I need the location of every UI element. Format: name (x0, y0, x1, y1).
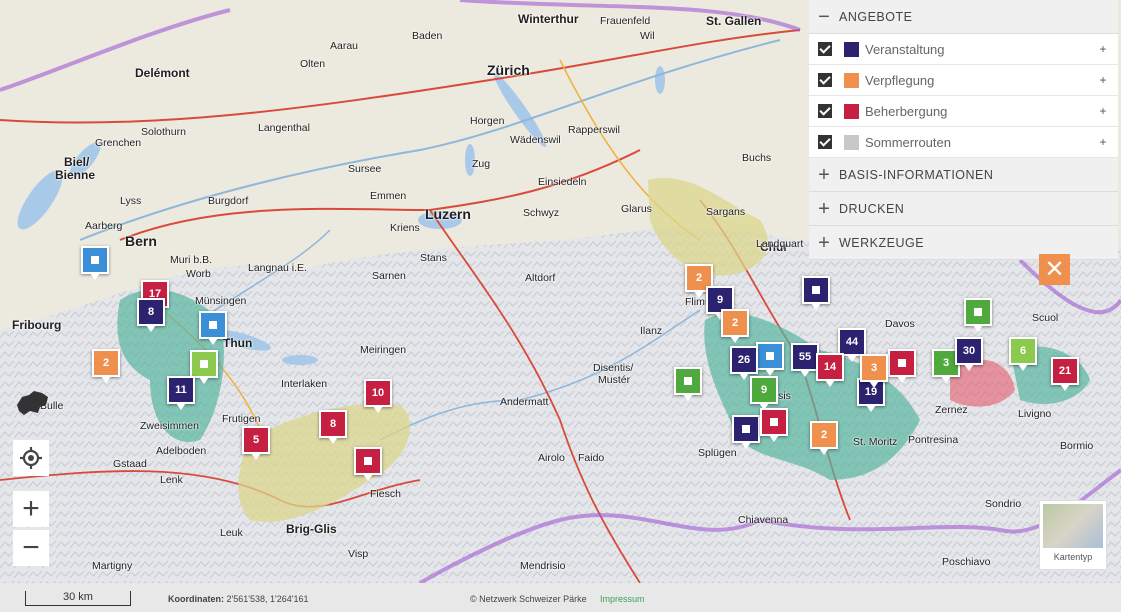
collapse-icon: − (818, 5, 830, 28)
expand-layer-button[interactable]: + (1088, 42, 1118, 56)
map-type-thumbnail (1043, 504, 1103, 548)
expand-layer-button[interactable]: + (1088, 73, 1118, 87)
zoom-out-button[interactable]: − (13, 530, 49, 566)
map-marker-cluster[interactable]: 6 (1009, 337, 1037, 371)
map-marker[interactable] (760, 408, 788, 442)
expand-layer-button[interactable]: + (1088, 135, 1118, 149)
layer-color-swatch (844, 41, 859, 57)
marker-dot-icon (364, 457, 372, 465)
layer-label: Verpflegung (865, 72, 935, 88)
section-drucken[interactable]: + DRUCKEN (809, 192, 1118, 226)
layer-panel: − ANGEBOTE Veranstaltung + Verpflegung +… (809, 0, 1118, 260)
scale-label: 30 km (63, 591, 93, 603)
marker-dot-icon (898, 359, 906, 367)
marker-dot-icon (91, 256, 99, 264)
layer-label: Sommerrouten (865, 134, 951, 150)
map-marker-cluster[interactable]: 21 (1051, 357, 1079, 391)
layer-color-swatch (844, 72, 859, 88)
map-type-label: Kartentyp (1053, 552, 1093, 562)
map-marker[interactable] (802, 276, 830, 310)
marker-dot-icon (766, 352, 774, 360)
copyright-text: © Netzwerk Schweizer Pärke (470, 594, 587, 604)
expand-icon: + (818, 231, 830, 254)
map-marker-cluster[interactable]: 2 (721, 309, 749, 343)
layer-color-swatch (844, 103, 859, 119)
map-marker[interactable] (756, 342, 784, 376)
section-title: DRUCKEN (839, 201, 905, 216)
map-marker[interactable] (964, 298, 992, 332)
crosshair-icon (20, 447, 42, 469)
map-marker[interactable] (888, 349, 916, 383)
layer-checkbox[interactable] (818, 104, 832, 118)
layer-checkbox[interactable] (818, 42, 832, 56)
expand-icon: + (818, 163, 830, 186)
expand-icon: + (818, 197, 830, 220)
map-marker-cluster[interactable]: 3 (860, 354, 888, 388)
section-title: ANGEBOTE (839, 9, 913, 24)
layer-color-swatch (844, 134, 859, 150)
scale-bar: 30 km (25, 591, 131, 606)
map-marker[interactable] (81, 246, 109, 280)
locate-button[interactable] (13, 440, 49, 476)
section-werkzeuge[interactable]: + WERKZEUGE (809, 226, 1118, 260)
marker-dot-icon (200, 360, 208, 368)
map-marker-cluster[interactable]: 2 (810, 421, 838, 455)
switzerland-extent-icon[interactable] (14, 387, 50, 423)
zoom-in-button[interactable]: + (13, 491, 49, 527)
section-basis-informationen[interactable]: + BASIS-INFORMATIONEN (809, 158, 1118, 192)
map-marker-cluster[interactable]: 2 (92, 349, 120, 383)
marker-dot-icon (684, 377, 692, 385)
section-title: BASIS-INFORMATIONEN (839, 167, 994, 182)
layer-label: Beherbergung (865, 103, 948, 119)
map-marker-cluster[interactable]: 44 (838, 328, 866, 362)
coordinates-value: 2'561'538, 1'264'161 (226, 594, 309, 604)
map-marker[interactable] (199, 311, 227, 345)
marker-dot-icon (209, 321, 217, 329)
marker-dot-icon (742, 425, 750, 433)
coordinates-label: Koordinaten: (168, 594, 224, 604)
map-marker-cluster[interactable]: 30 (955, 337, 983, 371)
section-angebote[interactable]: − ANGEBOTE (809, 0, 1118, 34)
status-bar: 30 km Koordinaten: 2'561'538, 1'264'161 … (0, 583, 1121, 612)
layer-row-verpflegung: Verpflegung + (809, 65, 1118, 96)
map-marker-cluster[interactable]: 10 (364, 379, 392, 413)
map-marker[interactable] (354, 447, 382, 481)
map-marker-cluster[interactable]: 14 (816, 353, 844, 387)
close-panel-button[interactable]: ✕ (1039, 254, 1070, 285)
map-marker-cluster[interactable]: 9 (750, 376, 778, 410)
marker-dot-icon (770, 418, 778, 426)
layer-row-sommerrouten: Sommerrouten + (809, 127, 1118, 158)
map-marker-cluster[interactable]: 11 (167, 376, 195, 410)
layer-label: Veranstaltung (865, 41, 945, 57)
layer-row-beherbergung: Beherbergung + (809, 96, 1118, 127)
section-title: WERKZEUGE (839, 235, 925, 250)
map-marker[interactable] (190, 350, 218, 384)
map-marker-cluster[interactable]: 55 (791, 343, 819, 377)
layer-row-veranstaltung: Veranstaltung + (809, 34, 1118, 65)
map-type-switcher[interactable]: Kartentyp (1039, 500, 1107, 570)
map-marker-cluster[interactable]: 26 (730, 346, 758, 380)
layer-checkbox[interactable] (818, 73, 832, 87)
expand-layer-button[interactable]: + (1088, 104, 1118, 118)
map-marker-cluster[interactable]: 8 (319, 410, 347, 444)
map-marker-cluster[interactable]: 8 (137, 298, 165, 332)
marker-dot-icon (974, 308, 982, 316)
marker-dot-icon (812, 286, 820, 294)
coordinates-readout: Koordinaten: 2'561'538, 1'264'161 (168, 594, 308, 604)
map-marker[interactable] (674, 367, 702, 401)
map-marker[interactable] (732, 415, 760, 449)
map-marker-cluster[interactable]: 5 (242, 426, 270, 460)
impressum-link[interactable]: Impressum (600, 594, 645, 604)
layer-checkbox[interactable] (818, 135, 832, 149)
